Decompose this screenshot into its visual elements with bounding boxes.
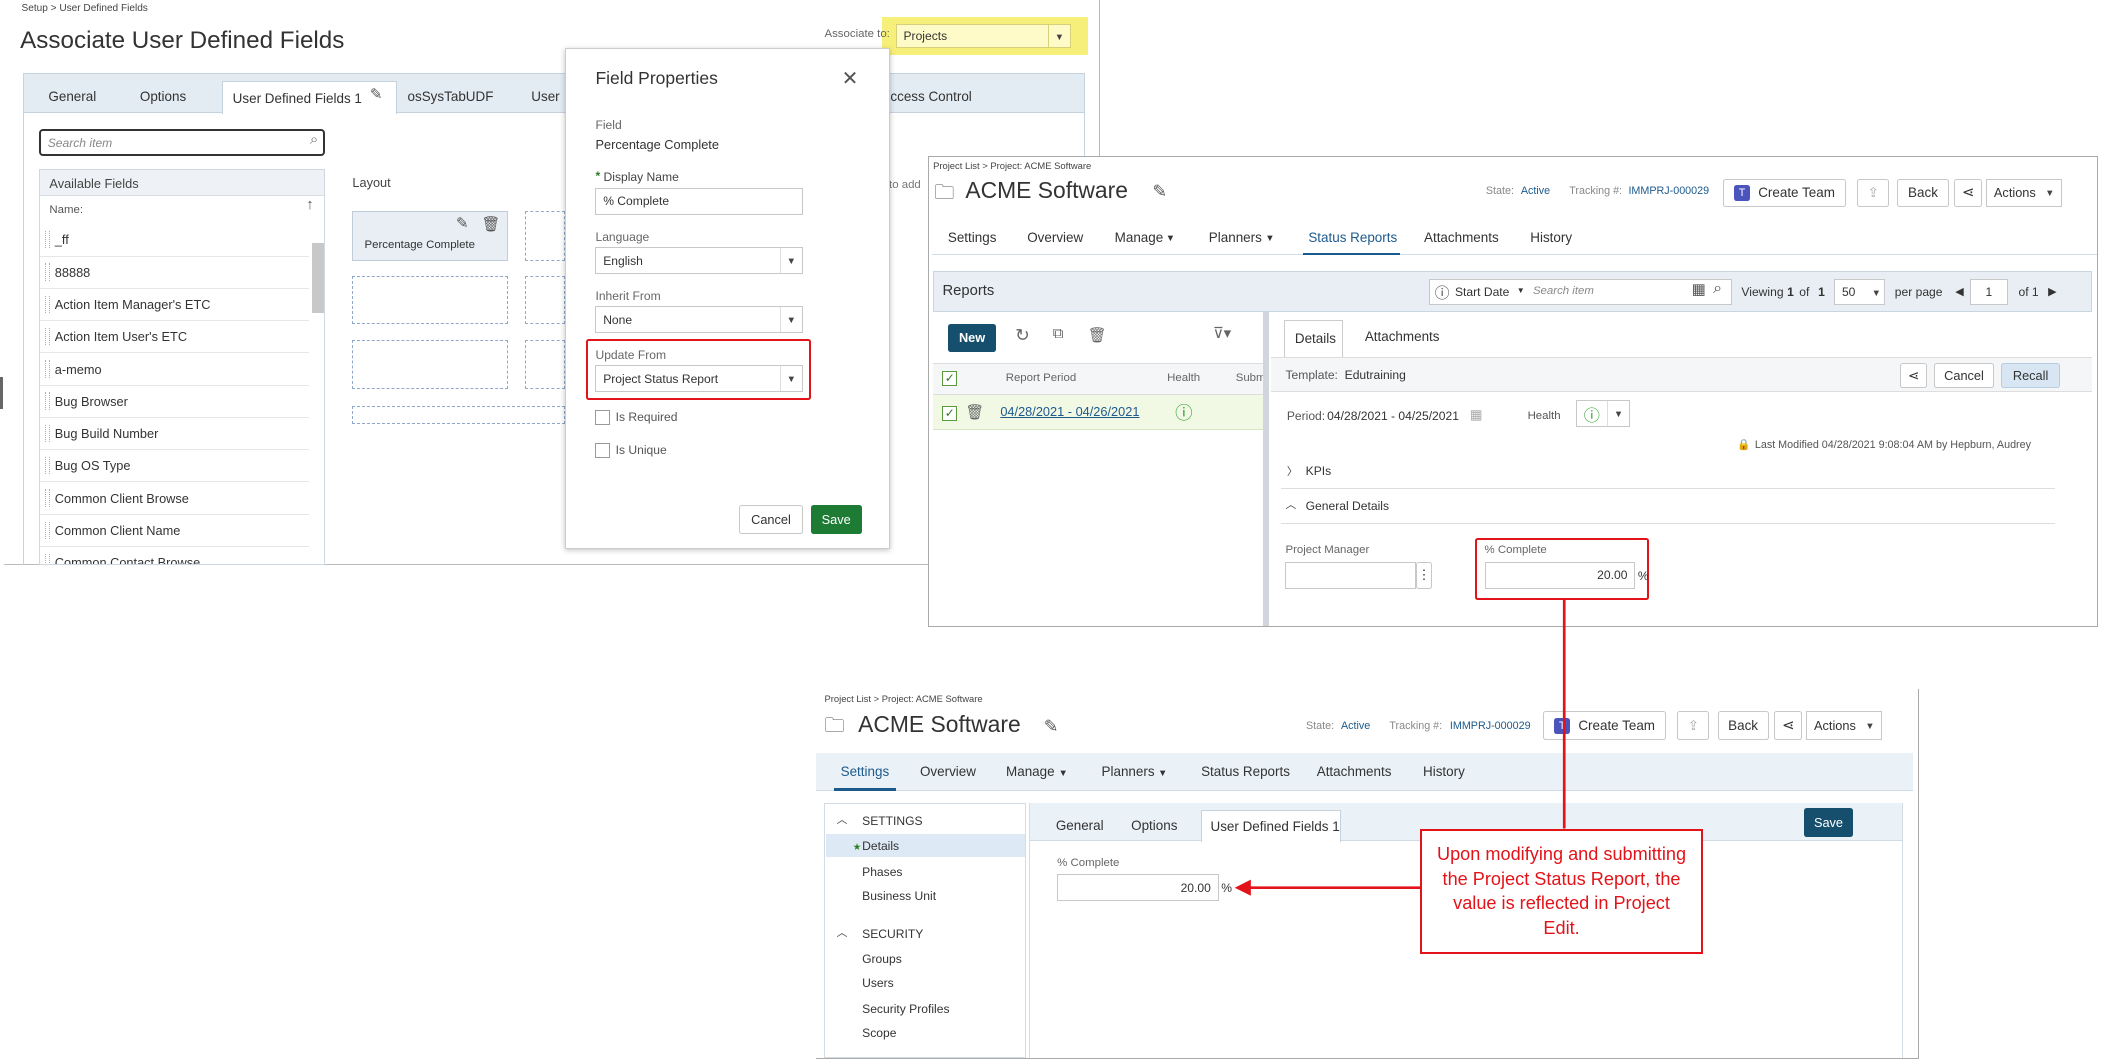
- arrowhead: [1234, 879, 1251, 896]
- connector-lines: [1234, 598, 1566, 896]
- callout-box: Upon modifying and submitting the Projec…: [1420, 828, 1703, 954]
- callout-text: Upon modifying and submitting the Projec…: [1436, 844, 1687, 938]
